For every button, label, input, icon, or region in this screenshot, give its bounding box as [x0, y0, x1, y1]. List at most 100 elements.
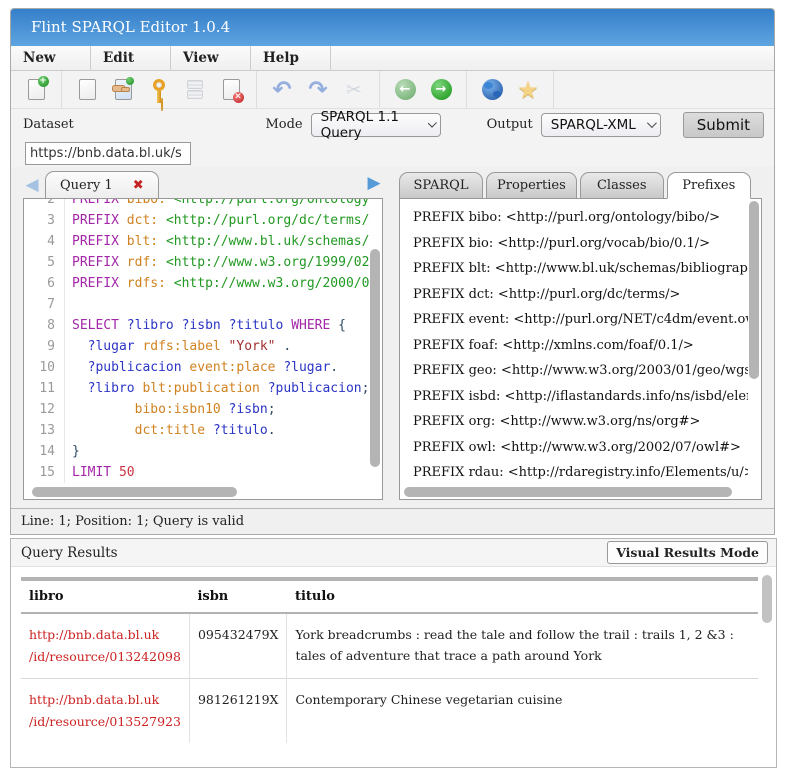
menu-item-new[interactable]: New: [11, 46, 91, 70]
key-icon[interactable]: [141, 75, 177, 105]
tab-classes[interactable]: Classes: [580, 172, 664, 199]
open-query-icon[interactable]: [105, 75, 141, 105]
code-line: 9 ?lugar rdfs:label "York" .: [24, 336, 370, 357]
chevron-down-icon: [428, 119, 437, 128]
result-link[interactable]: http://bnb.data.bl.uk: [29, 689, 181, 711]
tab-properties[interactable]: Properties: [486, 172, 577, 199]
result-cell-libro: http://bnb.data.bl.uk/id/resource/013242…: [21, 613, 189, 679]
line-number: 3: [24, 210, 64, 231]
favourite-star-icon[interactable]: ★: [510, 75, 546, 105]
results-rows: http://bnb.data.bl.uk/id/resource/013242…: [21, 613, 758, 743]
tab-scroll-right-icon[interactable]: ▶: [365, 170, 383, 196]
visual-results-mode-button[interactable]: Visual Results Mode: [607, 541, 768, 564]
panel-vertical-scrollbar[interactable]: [749, 201, 759, 485]
mode-select-value: SPARQL 1.1 Query: [321, 109, 420, 141]
editor-vertical-scrollbar[interactable]: [370, 201, 380, 485]
results-column-libro: libro: [21, 579, 189, 613]
new-query-tab-icon[interactable]: +: [18, 75, 54, 105]
editor-horizontal-scrollbar[interactable]: [26, 487, 368, 497]
code-line: 5PREFIX rdf: <http://www.w3.org/1999/02/…: [24, 252, 370, 273]
prefix-item[interactable]: PREFIX event: <http://purl.org/NET/c4dm/…: [413, 307, 748, 333]
prefix-item[interactable]: PREFIX geo: <http://www.w3.org/2003/01/g…: [413, 358, 748, 384]
window-title: Flint SPARQL Editor 1.0.4: [11, 9, 774, 46]
prefix-item[interactable]: PREFIX madsrdf: <http://www.loc.gov/mads…: [413, 486, 748, 487]
menu-bar: NewEditViewHelp: [11, 46, 774, 71]
code-line: 6PREFIX rdfs: <http://www.w3.org/2000/01…: [24, 273, 370, 294]
result-link[interactable]: /id/resource/013527923: [29, 711, 181, 733]
output-select-value: SPARQL-XML: [551, 117, 636, 133]
undo-icon[interactable]: ↶: [264, 75, 300, 105]
code-line: 10 ?publicacion event:place ?lugar.: [24, 357, 370, 378]
code-line: 13 dct:title ?titulo.: [24, 420, 370, 441]
prefix-item[interactable]: PREFIX isbd: <http://iflastandards.info/…: [413, 384, 748, 410]
mode-select[interactable]: SPARQL 1.1 Query: [311, 113, 441, 137]
panels-area: ◀ Query 1 ✖ ▶ SPARQLPropertiesClassesPre…: [11, 167, 774, 508]
sidebar-tabs: SPARQLPropertiesClassesPrefixes: [399, 169, 762, 198]
toolbar: + ✕ ↶↷✂ ←→ ★: [11, 71, 774, 109]
dataset-label: Dataset: [11, 117, 82, 132]
line-number: 9: [24, 336, 64, 357]
navigate-back-icon[interactable]: ←: [387, 75, 423, 105]
delete-query-icon[interactable]: ✕: [213, 75, 249, 105]
paste-icon[interactable]: [177, 75, 213, 105]
menu-item-help[interactable]: Help: [251, 46, 331, 70]
results-header-row: libroisbntitulo: [21, 579, 758, 613]
line-number: 6: [24, 273, 64, 294]
prefix-item[interactable]: PREFIX dct: <http://purl.org/dc/terms/>: [413, 282, 748, 308]
query-results-section: Query Results Visual Results Mode libroi…: [10, 538, 777, 768]
result-link[interactable]: http://bnb.data.bl.uk: [29, 624, 181, 646]
result-cell-isbn: 981261219X: [189, 679, 286, 744]
line-number: 7: [24, 294, 64, 315]
prefix-item[interactable]: PREFIX bibo: <http://purl.org/ontology/b…: [413, 205, 748, 231]
tab-sparql[interactable]: SPARQL: [399, 172, 483, 199]
prefix-item[interactable]: PREFIX bio: <http://purl.org/vocab/bio/0…: [413, 231, 748, 257]
tab-scroll-left-icon[interactable]: ◀: [23, 172, 41, 198]
code-line: 15LIMIT 50: [24, 462, 370, 483]
code-area[interactable]: 2PREFIX bibo: <http://purl.org/ontology/…: [24, 198, 370, 486]
results-vertical-scrollbar[interactable]: [762, 575, 772, 725]
code-line: 14}: [24, 441, 370, 462]
line-number: 5: [24, 252, 64, 273]
navigate-forward-icon[interactable]: →: [423, 75, 459, 105]
line-number: 2: [24, 198, 64, 210]
close-tab-icon[interactable]: ✖: [133, 178, 144, 193]
tab-query-1[interactable]: Query 1 ✖: [45, 171, 159, 199]
dataset-row: Dataset Mode SPARQL 1.1 Query Output SPA…: [11, 109, 774, 140]
panel-horizontal-scrollbar[interactable]: [402, 487, 747, 497]
results-table-area: libroisbntitulo http://bnb.data.bl.uk/id…: [11, 567, 776, 743]
result-cell-libro: http://bnb.data.bl.uk/id/resource/013527…: [21, 679, 189, 744]
results-column-isbn: isbn: [189, 579, 286, 613]
redo-icon[interactable]: ↷: [300, 75, 336, 105]
results-column-titulo: titulo: [287, 579, 758, 613]
tab-query-1-label: Query 1: [60, 178, 113, 193]
result-link[interactable]: /id/resource/013242098: [29, 646, 181, 668]
prefix-item[interactable]: PREFIX org: <http://www.w3.org/ns/org#>: [413, 409, 748, 435]
line-number: 13: [24, 420, 64, 441]
query-editor[interactable]: 2PREFIX bibo: <http://purl.org/ontology/…: [23, 198, 383, 500]
flint-editor-window: Flint SPARQL Editor 1.0.4 NewEditViewHel…: [10, 8, 775, 535]
prefix-item[interactable]: PREFIX owl: <http://www.w3.org/2002/07/o…: [413, 435, 748, 461]
endpoint-globe-icon[interactable]: [474, 75, 510, 105]
line-number: 10: [24, 357, 64, 378]
line-number: 8: [24, 315, 64, 336]
result-cell-titulo: York breadcrumbs : read the tale and fol…: [287, 613, 758, 679]
tab-prefixes[interactable]: Prefixes: [667, 172, 751, 199]
mode-label: Mode: [253, 117, 310, 132]
menu-item-view[interactable]: View: [171, 46, 251, 70]
submit-button[interactable]: Submit: [683, 112, 764, 138]
code-line: 2PREFIX bibo: <http://purl.org/ontology/…: [24, 198, 370, 210]
endpoint-row: https://bnb.data.bl.uk/s: [11, 140, 774, 167]
prefix-item[interactable]: PREFIX foaf: <http://xmlns.com/foaf/0.1/…: [413, 333, 748, 359]
menu-item-edit[interactable]: Edit: [91, 46, 171, 70]
output-select[interactable]: SPARQL-XML: [541, 113, 661, 137]
prefix-item[interactable]: PREFIX blt: <http://www.bl.uk/schemas/bi…: [413, 256, 748, 282]
result-cell-isbn: 095432479X: [189, 613, 286, 679]
query-results-title: Query Results: [11, 545, 607, 561]
output-label: Output: [475, 117, 541, 132]
endpoint-url-input[interactable]: https://bnb.data.bl.uk/s: [25, 142, 191, 165]
code-line: 7: [24, 294, 370, 315]
prefix-item[interactable]: PREFIX rdau: <http://rdaregistry.info/El…: [413, 460, 748, 486]
cut-icon[interactable]: ✂: [336, 75, 372, 105]
code-line: 12 bibo:isbn10 ?isbn;: [24, 399, 370, 420]
new-document-icon[interactable]: [69, 75, 105, 105]
